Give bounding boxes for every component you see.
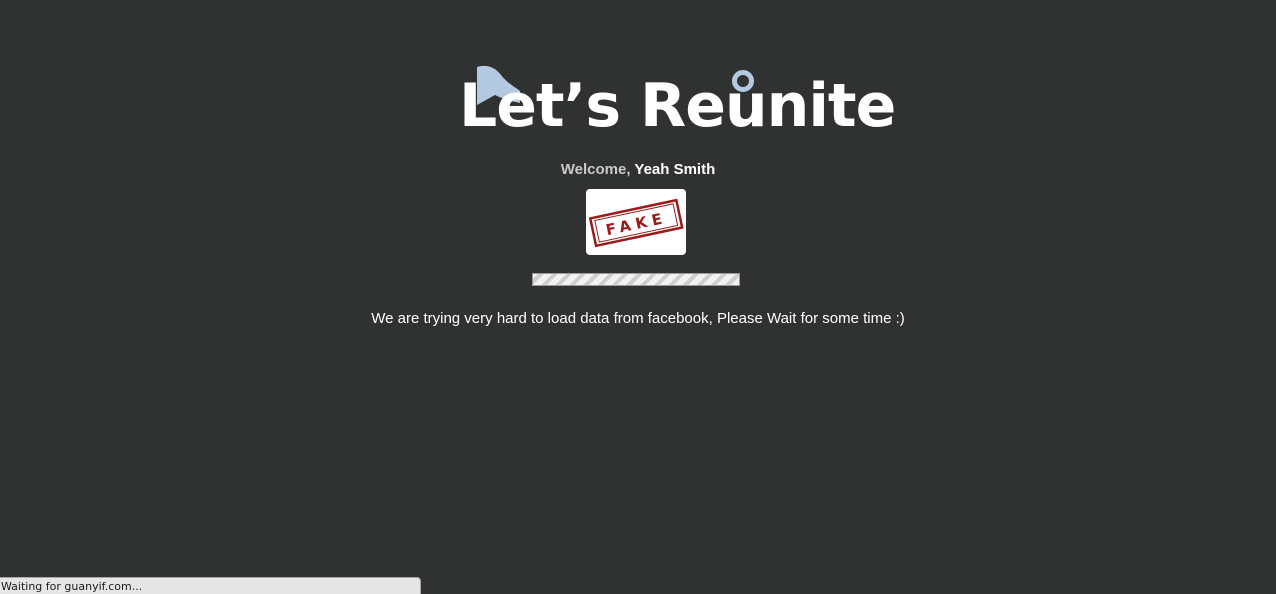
loading-progress-bar <box>532 273 740 286</box>
profile-picture: FAKE <box>586 189 686 255</box>
loading-message: We are trying very hard to load data fro… <box>371 310 905 327</box>
fake-stamp-image: FAKE <box>588 198 684 248</box>
app-logo[interactable]: Let’s Reunite <box>455 60 896 141</box>
progress-fill <box>533 274 739 285</box>
browser-status-bar: Waiting for guanyif.com... <box>0 577 421 594</box>
status-text: Waiting for guanyif.com... <box>1 580 143 593</box>
welcome-greeting: Welcome, <box>560 161 631 178</box>
welcome-message: Welcome, Yeah Smith <box>0 160 1276 180</box>
page: Let’s Reunite Welcome, Yeah Smith FAKE W… <box>0 0 1276 594</box>
app-logo-text: Let’s Reunite <box>459 71 896 141</box>
user-name: Yeah Smith <box>634 161 716 178</box>
